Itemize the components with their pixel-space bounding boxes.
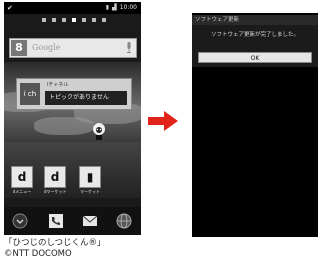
battery-icon: ▮ bbox=[105, 4, 110, 11]
update-screen: ソフトウェア更新 ソフトウェア更新が完了しました。 OK bbox=[192, 13, 318, 237]
app-label: dマーケット bbox=[44, 189, 67, 194]
microphone-icon[interactable] bbox=[126, 42, 132, 54]
app-dmarket[interactable]: d dマーケット bbox=[44, 166, 67, 194]
app-label: マーケット bbox=[80, 189, 100, 194]
page-dot bbox=[52, 18, 56, 22]
caption-line2: ©NTT DOCOMO bbox=[4, 249, 72, 259]
widget-header: iチャネル bbox=[47, 82, 69, 88]
app-dmenu[interactable]: d dメニュー bbox=[11, 166, 33, 194]
google-search-widget[interactable]: 8 Google bbox=[9, 38, 137, 58]
app-market[interactable]: ▮ マーケット bbox=[79, 166, 101, 194]
dock bbox=[4, 207, 141, 235]
dialog-message: ソフトウェア更新が完了しました。 bbox=[210, 32, 299, 38]
app-label: dメニュー bbox=[12, 189, 32, 194]
signal-icon: ▟ bbox=[112, 4, 117, 11]
browser-globe-icon[interactable] bbox=[116, 213, 132, 229]
google-logo-icon: 8 bbox=[11, 40, 27, 56]
phone-icon[interactable] bbox=[48, 213, 64, 229]
home-screen: ✔ ▮ ▟ 10:00 8 Google i ch iチャネル トピックがありま… bbox=[4, 2, 141, 235]
dmarket-icon: d bbox=[44, 166, 66, 188]
ichannel-widget[interactable]: i ch iチャネル トピックがありません bbox=[16, 78, 132, 110]
status-bar: ✔ ▮ ▟ 10:00 bbox=[4, 2, 141, 14]
page-indicator bbox=[42, 18, 106, 22]
sheep-character-icon[interactable] bbox=[90, 122, 108, 142]
arrow-right-icon bbox=[148, 111, 178, 131]
page-dot bbox=[42, 18, 46, 22]
update-dialog: ソフトウェア更新が完了しました。 OK bbox=[192, 25, 318, 67]
page-dot bbox=[82, 18, 86, 22]
page-dot-active bbox=[72, 18, 76, 22]
notification-icon: ✔ bbox=[7, 4, 13, 12]
page-dot bbox=[102, 18, 106, 22]
ichannel-icon: i ch bbox=[20, 83, 40, 105]
dialog-title: ソフトウェア更新 bbox=[192, 15, 318, 25]
market-icon: ▮ bbox=[79, 166, 101, 188]
dmenu-icon: d bbox=[11, 166, 33, 188]
caption-line1: 「ひつじのしつじくん®」 bbox=[4, 238, 106, 248]
app-drawer-icon[interactable] bbox=[12, 213, 28, 229]
page-dot bbox=[92, 18, 96, 22]
search-placeholder: Google bbox=[32, 43, 61, 52]
status-time: 10:00 bbox=[119, 4, 137, 11]
widget-message: トピックがありません bbox=[45, 91, 127, 105]
ok-button[interactable]: OK bbox=[198, 52, 312, 63]
copyright-caption: 「ひつじのしつじくん®」 ©NTT DOCOMO bbox=[4, 238, 106, 260]
mail-icon[interactable] bbox=[82, 213, 98, 229]
page-dot bbox=[62, 18, 66, 22]
